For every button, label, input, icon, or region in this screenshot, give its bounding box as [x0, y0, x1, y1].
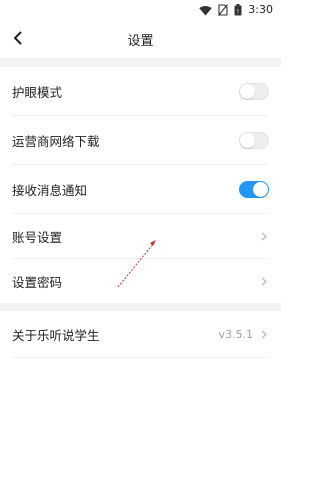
setting-row-about[interactable]: 关于乐听说学生 v3.5.1	[12, 311, 269, 358]
svg-text:!: !	[237, 9, 239, 16]
setting-label: 设置密码	[12, 274, 63, 290]
setting-row-password[interactable]: 设置密码	[12, 259, 269, 303]
setting-label: 账号设置	[12, 229, 63, 245]
chevron-right-icon	[259, 231, 269, 241]
toggle-knob	[240, 83, 255, 99]
setting-row-carrier-download: 运营商网络下载	[12, 116, 269, 165]
setting-label: 关于乐听说学生	[12, 327, 100, 343]
toggle-knob	[253, 181, 268, 197]
chevron-left-icon	[13, 30, 23, 49]
setting-label: 护眼模式	[12, 84, 63, 100]
settings-list-toggles: 护眼模式 运营商网络下载 接收消息通知 账号设置 设置密码	[0, 67, 281, 303]
setting-label: 接收消息通知	[12, 182, 88, 198]
setting-label: 运营商网络下载	[12, 133, 100, 149]
setting-row-eye-mode: 护眼模式	[12, 67, 269, 116]
setting-row-account[interactable]: 账号设置	[12, 214, 269, 259]
carrier-download-toggle[interactable]	[239, 131, 269, 149]
status-bar: ! 3:30	[0, 0, 281, 20]
chevron-right-icon	[259, 276, 269, 286]
settings-list-about: 关于乐听说学生 v3.5.1	[0, 311, 281, 358]
back-button[interactable]	[6, 27, 30, 51]
status-time: 3:30	[248, 3, 273, 16]
app-version: v3.5.1	[218, 327, 254, 341]
section-divider	[0, 303, 281, 311]
battery-icon: !	[234, 4, 242, 16]
section-divider	[0, 58, 281, 67]
notifications-toggle[interactable]	[239, 180, 269, 198]
wifi-icon	[199, 5, 212, 16]
eye-mode-toggle[interactable]	[239, 82, 269, 100]
page-header: 设置	[0, 20, 281, 58]
setting-row-notifications: 接收消息通知	[12, 165, 269, 214]
toggle-knob	[240, 132, 255, 148]
chevron-right-icon	[259, 329, 269, 339]
page-title: 设置	[127, 33, 154, 49]
no-sim-icon	[218, 4, 229, 16]
